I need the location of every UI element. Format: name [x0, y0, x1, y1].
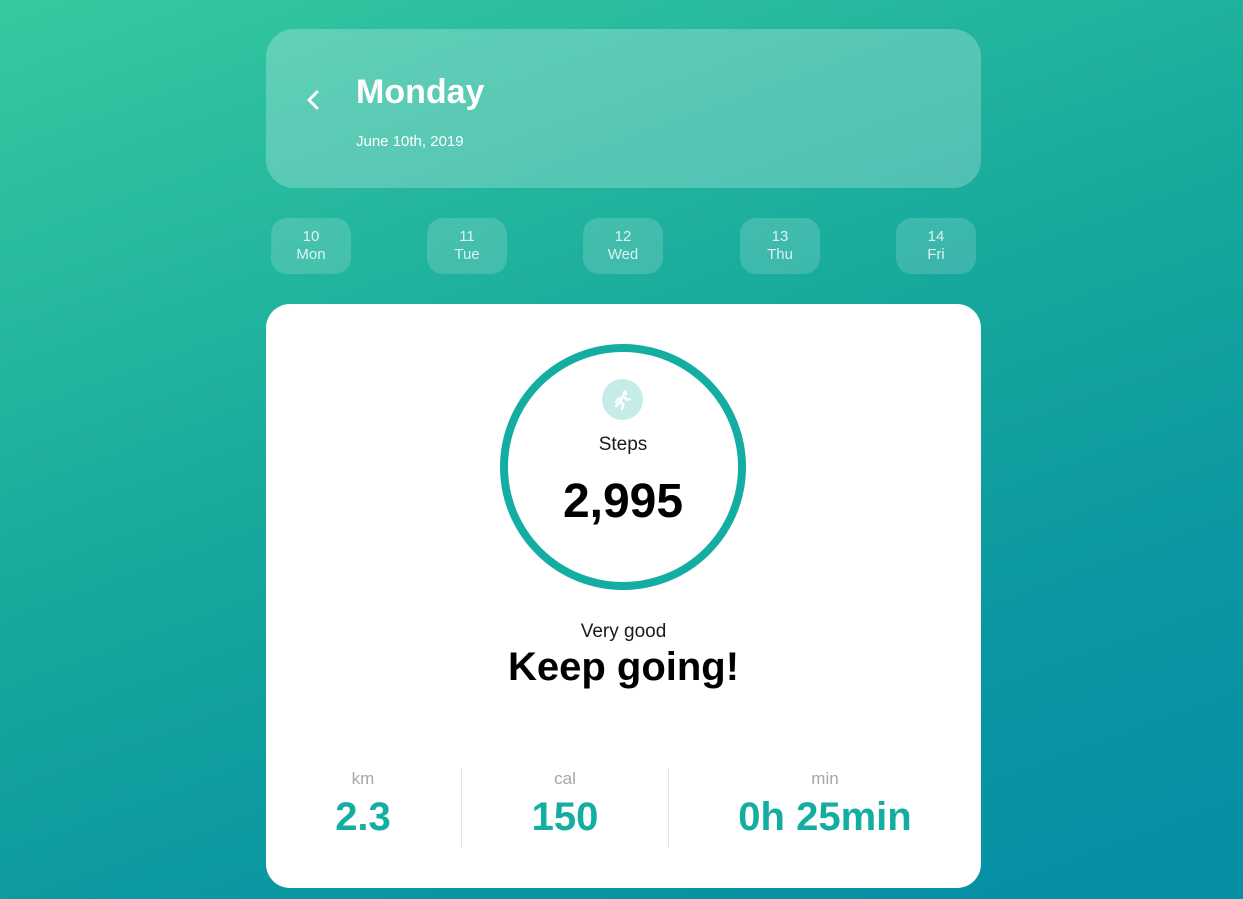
- day-name: Fri: [927, 246, 945, 263]
- duration-value: 0h 25min: [738, 795, 912, 839]
- distance-unit: km: [351, 769, 375, 788]
- steps-ring: Steps 2,995: [500, 344, 746, 590]
- chevron-left-icon: [307, 90, 319, 110]
- activity-card: Steps 2,995 Very good Keep going! km 2.3…: [266, 304, 981, 888]
- day-header: Monday June 10th, 2019: [266, 29, 981, 188]
- day-selector-wed[interactable]: 12 Wed: [583, 218, 663, 274]
- rating-text: Very good: [580, 621, 667, 642]
- back-button[interactable]: [300, 85, 326, 115]
- steps-label: Steps: [598, 434, 648, 455]
- day-name: Tue: [454, 246, 480, 263]
- stat-divider: [461, 768, 462, 848]
- day-number: 12: [614, 228, 632, 245]
- day-selector-tue[interactable]: 11 Tue: [427, 218, 507, 274]
- date-subtitle: June 10th, 2019: [356, 133, 464, 150]
- day-name: Thu: [767, 246, 793, 263]
- day-number: 11: [459, 228, 475, 245]
- motivation-message: Keep going!: [507, 645, 740, 689]
- calories-stat: cal 150: [505, 768, 625, 840]
- duration-unit: min: [811, 769, 839, 788]
- day-name: Wed: [607, 246, 639, 263]
- day-number: 10: [302, 228, 320, 245]
- distance-stat: km 2.3: [313, 768, 413, 840]
- day-name: Mon: [296, 246, 326, 263]
- running-icon: [602, 379, 643, 420]
- steps-count: 2,995: [562, 475, 684, 528]
- duration-stat: min 0h 25min: [705, 768, 945, 840]
- running-figure-icon: [614, 390, 631, 410]
- calories-value: 150: [531, 795, 599, 839]
- day-selector-fri[interactable]: 14 Fri: [896, 218, 976, 274]
- calories-unit: cal: [554, 769, 576, 788]
- day-number: 13: [771, 228, 789, 245]
- day-selector-thu[interactable]: 13 Thu: [740, 218, 820, 274]
- stat-divider: [668, 768, 669, 848]
- distance-value: 2.3: [335, 795, 391, 839]
- day-selector-mon[interactable]: 10 Mon: [271, 218, 351, 274]
- day-title: Monday: [356, 73, 485, 111]
- day-number: 14: [927, 228, 945, 245]
